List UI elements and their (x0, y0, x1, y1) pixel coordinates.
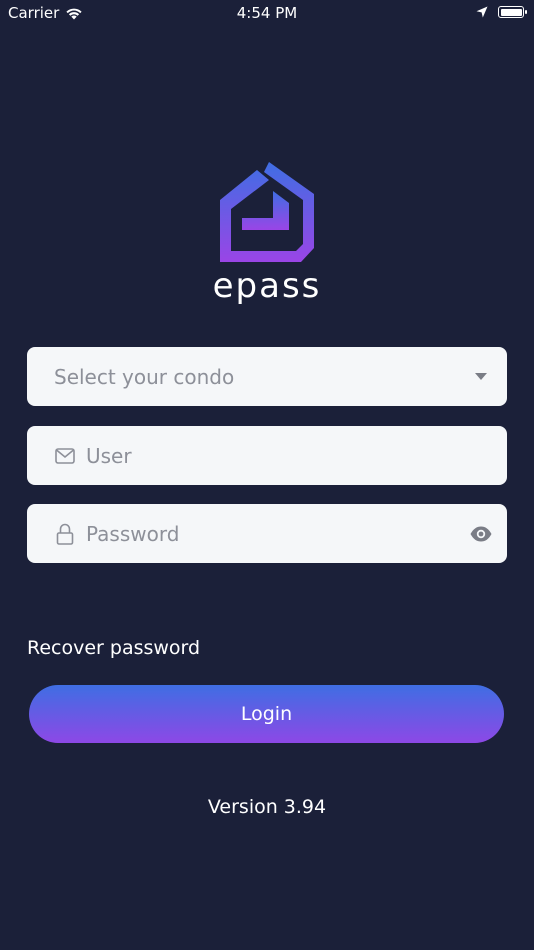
version-label: Version 3.94 (207, 796, 327, 818)
house-logo-icon (220, 162, 314, 262)
condo-select[interactable]: Select your condo (27, 347, 507, 406)
status-bar: Carrier 4:54 PM (0, 0, 534, 28)
login-button[interactable]: Login (29, 685, 504, 743)
user-field-placeholder: User (86, 443, 132, 468)
envelope-icon (54, 445, 76, 467)
battery-icon (498, 6, 527, 18)
condo-select-placeholder: Select your condo (54, 364, 235, 389)
user-field[interactable]: User (27, 426, 507, 485)
eye-icon[interactable] (469, 522, 493, 546)
password-field-placeholder: Password (86, 521, 180, 546)
location-icon (476, 6, 488, 18)
chevron-down-icon (475, 373, 487, 380)
lock-icon (54, 523, 76, 545)
recover-password-link[interactable]: Recover password (27, 637, 200, 659)
login-button-label: Login (240, 703, 293, 725)
status-time: 4:54 PM (236, 4, 298, 22)
login-screen: Carrier 4:54 PM epass Select your condo … (0, 0, 534, 950)
password-field[interactable]: Password (27, 504, 507, 563)
status-right-icons (476, 6, 527, 18)
brand-name: epass (212, 266, 322, 306)
battery-level (500, 8, 522, 16)
